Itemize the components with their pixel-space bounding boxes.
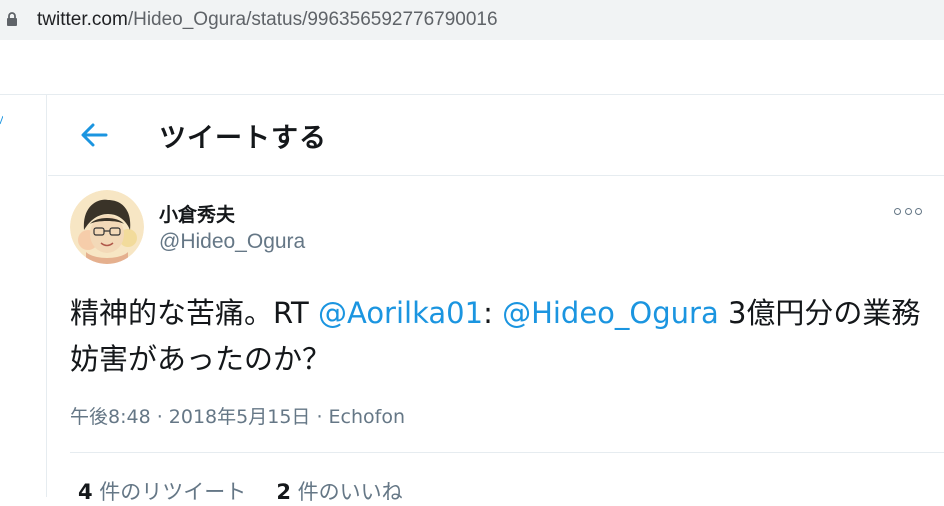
like-count: 2 (276, 480, 291, 504)
url-text[interactable]: twitter.com/Hideo_Ogura/status/996356592… (37, 9, 498, 31)
retweet-count: 4 (78, 480, 93, 504)
page-title: ツイートする (159, 123, 327, 154)
mention-link[interactable]: @Aorilka01 (318, 296, 483, 330)
more-dot (904, 207, 912, 215)
avatar[interactable] (70, 190, 144, 264)
page-top-area (0, 40, 944, 95)
mention-link[interactable]: @Hideo_Ogura (502, 296, 719, 330)
more-dot (915, 207, 922, 215)
tweet-text: 精神的な苦痛。RT @Aorilka01: @Hideo_Ogura 3億円分の… (70, 290, 930, 382)
retweet-label: 件のリツイート (92, 480, 247, 504)
avatar-illustration (70, 190, 144, 264)
divider (70, 452, 944, 453)
more-dot (894, 207, 901, 215)
sidebar-edge-mark (0, 115, 3, 125)
back-arrow-icon[interactable] (80, 122, 108, 148)
like-label: 件のいいね (290, 480, 403, 504)
display-name[interactable]: 小倉秀夫 (159, 200, 235, 227)
tweet-text-part1: 精神的な苦痛。RT (70, 296, 318, 330)
left-sidebar-edge (0, 95, 47, 497)
retweets-link[interactable]: 4 件のリツイート (78, 480, 246, 504)
likes-link[interactable]: 2 件のいいね (276, 480, 402, 504)
url-host: twitter.com (37, 9, 128, 30)
tweet-stats: 4 件のリツイート 2 件のいいね (78, 476, 403, 506)
browser-address-bar[interactable]: twitter.com/Hideo_Ogura/status/996356592… (0, 0, 944, 40)
lock-icon (7, 12, 17, 26)
more-options-icon[interactable] (894, 204, 922, 218)
tweet-timestamp[interactable]: 午後8:48 · 2018年5月15日 · Echofon (70, 402, 405, 429)
tweet-text-part2: : (483, 296, 503, 330)
user-handle[interactable]: @Hideo_Ogura (159, 230, 305, 254)
url-path: /Hideo_Ogura/status/996356592776790016 (127, 9, 498, 30)
